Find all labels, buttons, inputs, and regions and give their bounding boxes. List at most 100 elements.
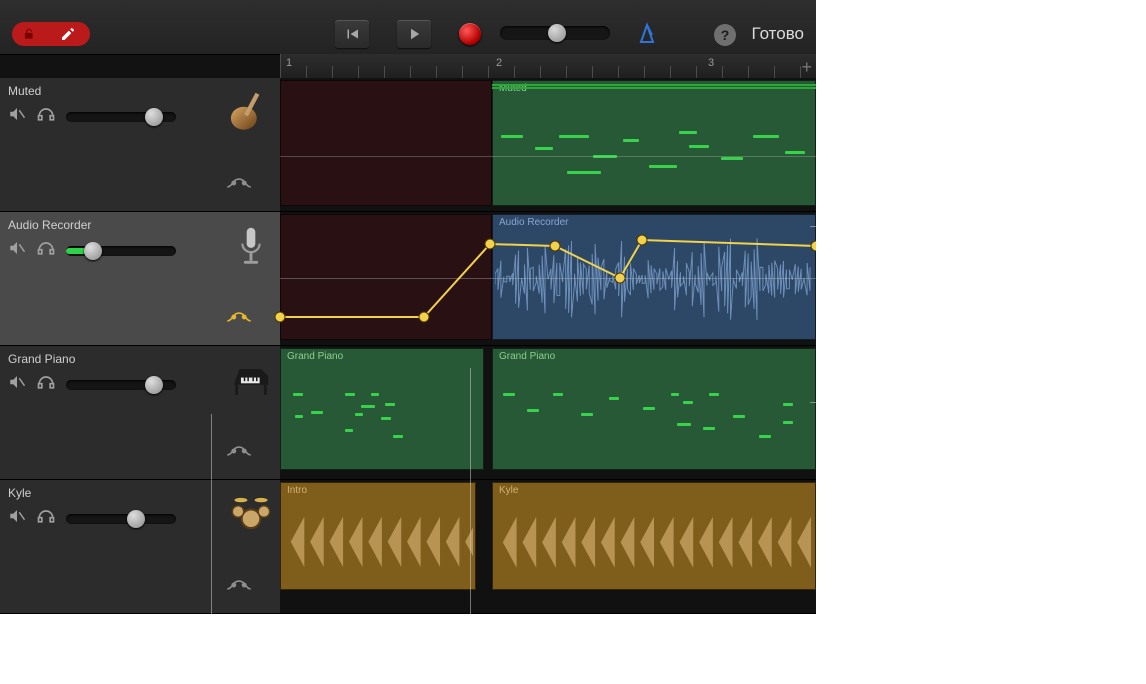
mute-button[interactable] — [8, 507, 26, 530]
midi-note — [671, 393, 679, 396]
midi-note — [785, 151, 805, 154]
midi-note — [385, 403, 395, 406]
track-header[interactable]: Muted — [0, 78, 280, 212]
midi-note — [293, 393, 303, 396]
region[interactable] — [280, 80, 492, 206]
bass-guitar-icon[interactable] — [228, 88, 274, 134]
region[interactable]: Muted — [492, 80, 816, 206]
slider-knob[interactable] — [127, 510, 145, 528]
slider-knob[interactable] — [145, 108, 163, 126]
automation-point[interactable] — [275, 312, 286, 323]
region[interactable]: Grand Piano — [280, 348, 484, 470]
volume-slider[interactable] — [66, 380, 176, 390]
midi-note — [345, 429, 353, 432]
region[interactable]: Audio Recorder — [492, 214, 816, 340]
done-button[interactable]: Готово — [752, 24, 805, 44]
automation-point[interactable] — [485, 239, 496, 250]
region[interactable]: Kyle — [492, 482, 816, 590]
callout-line — [810, 226, 816, 227]
automation-point[interactable] — [550, 241, 561, 252]
track-header[interactable]: Grand Piano — [0, 346, 280, 480]
mute-button[interactable] — [8, 373, 26, 396]
midi-note — [759, 435, 771, 438]
lock-icon — [12, 22, 46, 46]
master-volume-slider[interactable] — [500, 26, 610, 40]
app-window: ? Готово 1 2 3 + MutedAudio RecorderGran… — [0, 0, 816, 614]
midi-note — [709, 393, 719, 396]
callout-line — [470, 368, 471, 614]
solo-button[interactable] — [36, 506, 56, 531]
play-button[interactable] — [397, 20, 431, 48]
region[interactable]: Intro — [280, 482, 476, 590]
midi-note — [689, 145, 709, 148]
midi-note — [355, 413, 363, 416]
automation-toggle[interactable] — [226, 308, 252, 331]
region-label: Kyle — [499, 485, 518, 496]
solo-button[interactable] — [36, 104, 56, 129]
solo-button[interactable] — [36, 238, 56, 263]
automation-toggle[interactable] — [226, 442, 252, 465]
piano-icon[interactable] — [228, 356, 274, 402]
drum-waveform — [283, 503, 473, 581]
midi-note — [295, 415, 303, 418]
midi-note — [553, 393, 563, 396]
volume-slider[interactable] — [66, 514, 176, 524]
track-header[interactable]: Audio Recorder — [0, 212, 280, 346]
automation-toggle[interactable] — [226, 174, 252, 197]
midi-note — [345, 393, 355, 396]
microphone-icon[interactable] — [228, 222, 274, 268]
help-glyph: ? — [721, 27, 730, 43]
midi-note — [783, 421, 793, 424]
help-button[interactable]: ? — [714, 24, 736, 46]
slider-knob[interactable] — [84, 242, 102, 260]
add-marker-button[interactable]: + — [801, 57, 812, 78]
record-button[interactable] — [459, 23, 481, 45]
volume-slider[interactable] — [66, 246, 176, 256]
edit-mode-toggle[interactable] — [12, 22, 90, 46]
pencil-icon — [46, 22, 90, 46]
region-label: Intro — [287, 485, 307, 496]
midi-note — [623, 139, 639, 142]
region[interactable]: Grand Piano — [492, 348, 816, 470]
track-header-panel: MutedAudio RecorderGrand PianoKyle — [0, 78, 280, 614]
midi-note — [527, 409, 539, 412]
automation-toggle[interactable] — [226, 576, 252, 599]
drum-waveform — [495, 503, 813, 582]
slider-knob[interactable] — [145, 376, 163, 394]
midi-note — [501, 135, 523, 138]
automation-point[interactable] — [811, 241, 817, 252]
rewind-button[interactable] — [335, 20, 369, 48]
timeline-area[interactable]: Muted Audio Recorder Grand Piano Grand Pian… — [280, 78, 816, 614]
region[interactable] — [280, 214, 492, 340]
metronome-button[interactable] — [635, 22, 659, 51]
midi-note — [581, 413, 593, 416]
track-header[interactable]: Kyle — [0, 480, 280, 614]
automation-point[interactable] — [637, 235, 648, 246]
midi-note — [609, 397, 619, 400]
midi-note — [311, 411, 323, 414]
midi-note — [649, 165, 677, 168]
solo-button[interactable] — [36, 372, 56, 397]
volume-slider[interactable] — [66, 112, 176, 122]
midi-note — [733, 415, 745, 418]
midi-note — [393, 435, 403, 438]
midi-note — [679, 131, 697, 134]
drumkit-icon[interactable] — [228, 490, 274, 536]
midi-note — [783, 403, 793, 406]
midi-note — [371, 393, 379, 396]
top-toolbar: ? Готово — [0, 0, 816, 55]
midi-note — [535, 147, 553, 150]
timeline-ruler[interactable]: 1 2 3 + — [280, 54, 816, 79]
midi-note — [683, 401, 693, 404]
mute-button[interactable] — [8, 239, 26, 262]
midi-note — [361, 405, 375, 408]
mute-button[interactable] — [8, 105, 26, 128]
automation-point[interactable] — [419, 312, 430, 323]
region-label: Audio Recorder — [499, 217, 568, 228]
midi-note — [643, 407, 655, 410]
slider-knob[interactable] — [548, 24, 566, 42]
bar-label: 2 — [496, 57, 502, 69]
region-label: Grand Piano — [499, 351, 555, 362]
callout-line — [810, 402, 816, 403]
midi-note — [753, 135, 779, 138]
